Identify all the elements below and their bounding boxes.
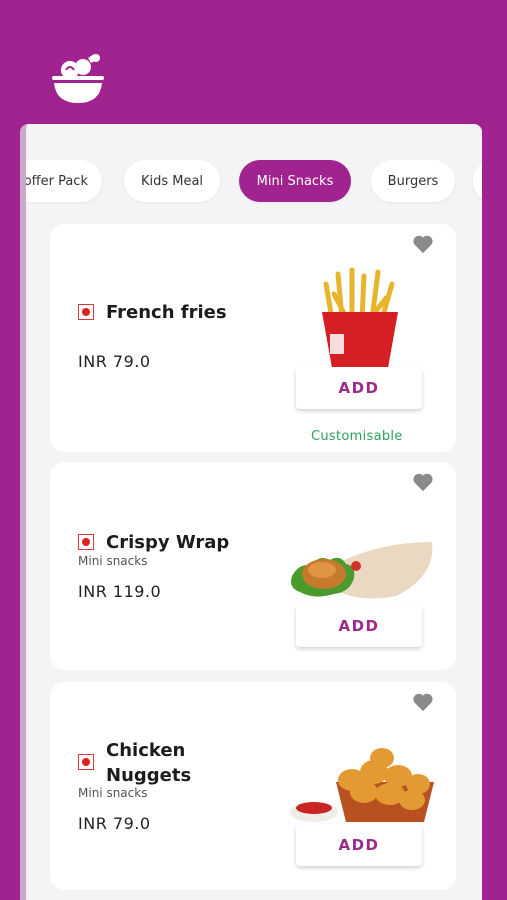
chip-offer-pack[interactable]: offer Pack <box>26 160 102 202</box>
non-veg-marker-icon <box>78 754 94 770</box>
customisable-label: Customisable <box>311 429 403 444</box>
french-fries-image <box>322 267 398 368</box>
item-name-line1: Chicken <box>106 740 186 761</box>
chip-burgers[interactable]: Burgers <box>371 160 455 202</box>
item-price: INR 79.0 <box>78 814 151 833</box>
crispy-wrap-image <box>291 542 433 599</box>
chip-mini-snacks[interactable]: Mini Snacks <box>239 160 351 202</box>
add-button[interactable]: ADD <box>296 367 422 409</box>
menu-item-card: Chicken Nuggets Mini snacks INR 79.0 ADD <box>50 682 456 890</box>
chip-kids-meal[interactable]: Kids Meal <box>124 160 220 202</box>
chicken-nuggets-image <box>290 748 434 822</box>
menu-panel: offer Pack Kids Meal Mini Snacks Burgers… <box>20 124 482 900</box>
heart-icon[interactable] <box>412 692 434 712</box>
item-name-line2: Nuggets <box>106 765 192 786</box>
category-chips: offer Pack Kids Meal Mini Snacks Burgers <box>26 160 482 204</box>
menu-item-card: French fries INR 79.0 ADD Customisable <box>50 224 456 452</box>
salad-bowl-icon <box>52 54 104 103</box>
chip-next[interactable] <box>473 160 482 202</box>
item-price: INR 119.0 <box>78 582 162 601</box>
item-name: Chicken Nuggets <box>106 738 191 788</box>
menu-item-card: Crispy Wrap Mini snacks INR 119.0 ADD <box>50 462 456 670</box>
item-category: Mini snacks <box>78 786 148 800</box>
item-name: Crispy Wrap <box>106 532 230 553</box>
heart-icon[interactable] <box>412 472 434 492</box>
item-price: INR 79.0 <box>78 352 151 371</box>
heart-icon[interactable] <box>412 234 434 254</box>
non-veg-marker-icon <box>78 534 94 550</box>
add-button[interactable]: ADD <box>296 824 422 866</box>
item-name: French fries <box>106 302 227 323</box>
non-veg-marker-icon <box>78 304 94 320</box>
item-category: Mini snacks <box>78 554 148 568</box>
add-button[interactable]: ADD <box>296 605 422 647</box>
